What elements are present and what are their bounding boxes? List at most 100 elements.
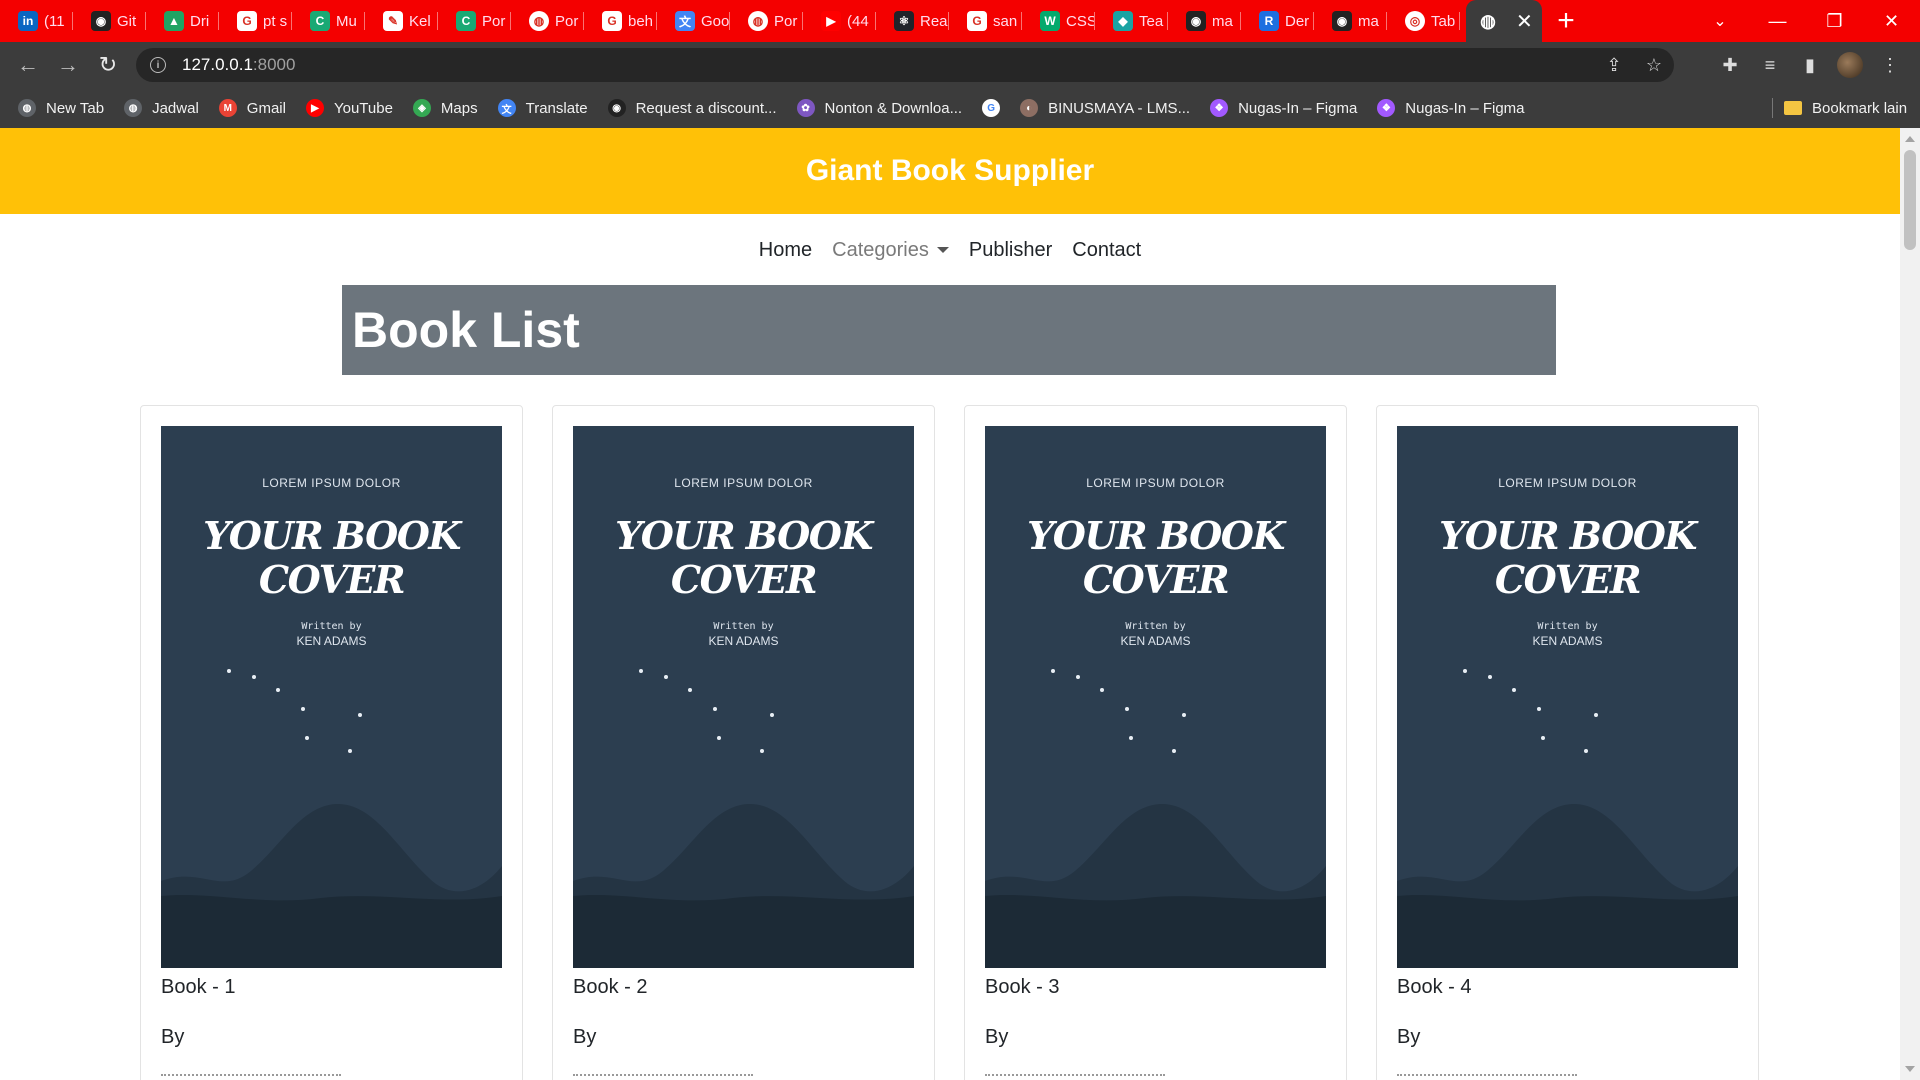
book-cover-image[interactable]: LOREM IPSUM DOLOR YOUR BOOK COVER Written b… xyxy=(161,426,502,968)
browser-tab[interactable]: C Por xyxy=(438,0,511,42)
star-dot xyxy=(276,688,280,692)
browser-tab[interactable]: ▶ (44 xyxy=(803,0,876,42)
book-cover-image[interactable]: LOREM IPSUM DOLOR YOUR BOOK COVER Written b… xyxy=(573,426,914,968)
cover-title-line: YOUR BOOK xyxy=(615,513,873,558)
address-bar[interactable]: i 127.0.0.1:8000 ⇪ ☆ xyxy=(136,48,1674,82)
book-cover-image[interactable]: LOREM IPSUM DOLOR YOUR BOOK COVER Written b… xyxy=(985,426,1326,968)
ground-shape xyxy=(985,894,1326,968)
browser-tab[interactable]: ◍ Por xyxy=(730,0,803,42)
star-dot xyxy=(1172,749,1176,753)
bookmark-star-icon[interactable]: ☆ xyxy=(1634,55,1674,76)
browser-tab[interactable]: ⚛ Rea xyxy=(876,0,949,42)
browser-tab[interactable]: ◉ Git xyxy=(73,0,146,42)
browser-tab[interactable]: ◉ ma xyxy=(1314,0,1387,42)
translate-icon: 文 xyxy=(675,11,695,31)
minimize-icon[interactable]: — xyxy=(1749,0,1806,42)
ground-shape xyxy=(161,894,502,968)
c-icon: C xyxy=(310,11,330,31)
cover-tagline: LOREM IPSUM DOLOR xyxy=(262,476,401,490)
cover-title-line: COVER xyxy=(670,557,818,602)
bookmark-item[interactable]: 文 Translate xyxy=(497,99,588,117)
extensions-puzzle-icon[interactable]: ✚ xyxy=(1710,55,1750,76)
tab-strip: in (11 ◉ Git ▲ Dri Gpt s C Mu ✎ Kel C Por ◍ Por Gbeh 文 Go… xyxy=(0,0,1920,42)
book-card[interactable]: LOREM IPSUM DOLOR YOUR BOOK COVER Written b… xyxy=(964,405,1347,1080)
share-icon[interactable]: ⇪ xyxy=(1594,55,1634,76)
bookmark-item[interactable]: G xyxy=(982,99,1001,117)
bookmark-item[interactable]: ❖ Nugas-In – Figma xyxy=(1210,99,1357,117)
bookmark-item[interactable]: ◍ Jadwal xyxy=(124,99,199,117)
browser-tab[interactable]: ◉ ma xyxy=(1168,0,1241,42)
close-window-icon[interactable]: ✕ xyxy=(1863,0,1920,42)
other-bookmarks-folder[interactable]: Bookmark lain xyxy=(1784,88,1907,128)
nav-home[interactable]: Home xyxy=(759,239,812,262)
book-cover-image[interactable]: LOREM IPSUM DOLOR YOUR BOOK COVER Written b… xyxy=(1397,426,1738,968)
browser-tab[interactable]: Gbeh xyxy=(584,0,657,42)
cover-written-by: Written by xyxy=(713,621,774,632)
nav-publisher[interactable]: Publisher xyxy=(969,239,1052,262)
book-card[interactable]: LOREM IPSUM DOLOR YOUR BOOK COVER Written b… xyxy=(140,405,523,1080)
cover-title: YOUR BOOK COVER xyxy=(161,514,502,602)
tab-title: Tea xyxy=(1139,12,1164,30)
cover-author: KEN ADAMS xyxy=(296,634,367,648)
active-tab[interactable]: ◍ ✕ xyxy=(1466,0,1542,42)
bookmark-item[interactable]: ❖ Nugas-In – Figma xyxy=(1377,99,1525,117)
bookmark-item[interactable]: ◈ Maps xyxy=(412,99,478,117)
browser-tab[interactable]: C Mu xyxy=(292,0,365,42)
new-tab-button[interactable]: + xyxy=(1542,0,1590,42)
bookmark-item[interactable]: ▶ YouTube xyxy=(305,99,393,117)
kebab-menu-icon[interactable]: ⋮ xyxy=(1870,55,1910,76)
browser-tab[interactable]: W CSS xyxy=(1022,0,1095,42)
tab-title: Goo xyxy=(701,12,729,30)
side-panel-icon[interactable]: ▮ xyxy=(1790,55,1830,76)
page-scrollbar[interactable] xyxy=(1900,128,1920,1080)
bookmark-label: Nugas-In – Figma xyxy=(1238,99,1358,117)
browser-tab[interactable]: ◍ Por xyxy=(511,0,584,42)
linkedin-icon: in xyxy=(18,11,38,31)
browser-tab[interactable]: in (11 xyxy=(0,0,73,42)
star-dot xyxy=(713,707,717,711)
bookmark-item[interactable]: ◐ BINUSMAYA - LMS... xyxy=(1020,99,1190,117)
scroll-up-arrow-icon[interactable] xyxy=(1905,136,1915,142)
caret-down-icon xyxy=(936,247,949,254)
restore-icon[interactable]: ❐ xyxy=(1806,0,1863,42)
profile-avatar[interactable] xyxy=(1837,52,1863,78)
book-card[interactable]: LOREM IPSUM DOLOR YOUR BOOK COVER Written b… xyxy=(552,405,935,1080)
cover-author: KEN ADAMS xyxy=(708,634,779,648)
bookmark-item[interactable]: ◉ Request a discount... xyxy=(607,99,777,117)
browser-tab[interactable]: ✎ Kel xyxy=(365,0,438,42)
scrollbar-thumb[interactable] xyxy=(1904,150,1916,250)
book-card[interactable]: LOREM IPSUM DOLOR YOUR BOOK COVER Written b… xyxy=(1376,405,1759,1080)
book-name: Book - 2 xyxy=(573,976,648,998)
book-author-label: By xyxy=(161,1026,185,1048)
site-info-icon[interactable]: i xyxy=(150,57,166,73)
bookmark-item[interactable]: M Gmail xyxy=(218,99,286,117)
nav-categories-dropdown[interactable]: Categories xyxy=(832,239,949,262)
bookmark-item[interactable]: ◍ New Tab xyxy=(18,99,104,117)
browser-tab[interactable]: ◆ Tea xyxy=(1095,0,1168,42)
book-author-label: By xyxy=(573,1026,597,1048)
star-dot xyxy=(1537,707,1541,711)
browser-tab[interactable]: ▲ Dri xyxy=(146,0,219,42)
star-dot xyxy=(1129,736,1133,740)
browser-tab[interactable]: Gsan xyxy=(949,0,1022,42)
media-queue-icon[interactable]: ≡ xyxy=(1750,55,1790,76)
reload-icon[interactable]: ↻ xyxy=(88,47,128,83)
bookmark-item[interactable]: ✿ Nonton & Downloa... xyxy=(796,99,962,117)
diamond-icon: ◆ xyxy=(1113,11,1133,31)
browser-tab[interactable]: ◎ Tab xyxy=(1387,0,1460,42)
tab-search-chevron-icon[interactable]: ⌄ xyxy=(1700,0,1740,42)
forward-arrow-icon[interactable]: → xyxy=(48,47,88,83)
star-dot xyxy=(348,749,352,753)
nav-contact[interactable]: Contact xyxy=(1072,239,1141,262)
browser-tab[interactable]: Gpt s xyxy=(219,0,292,42)
close-tab-icon[interactable]: ✕ xyxy=(1516,9,1533,34)
tab-title: Kel xyxy=(409,12,431,30)
scroll-down-arrow-icon[interactable] xyxy=(1905,1066,1915,1072)
back-arrow-icon[interactable]: ← xyxy=(8,47,48,83)
site-nav: Home Categories Publisher Contact xyxy=(0,228,1900,272)
browser-tab[interactable]: 文 Goo xyxy=(657,0,730,42)
url-host: 127.0.0.1 xyxy=(182,55,253,74)
star-dot xyxy=(1463,669,1467,673)
c-icon: C xyxy=(456,11,476,31)
browser-tab[interactable]: R Der xyxy=(1241,0,1314,42)
